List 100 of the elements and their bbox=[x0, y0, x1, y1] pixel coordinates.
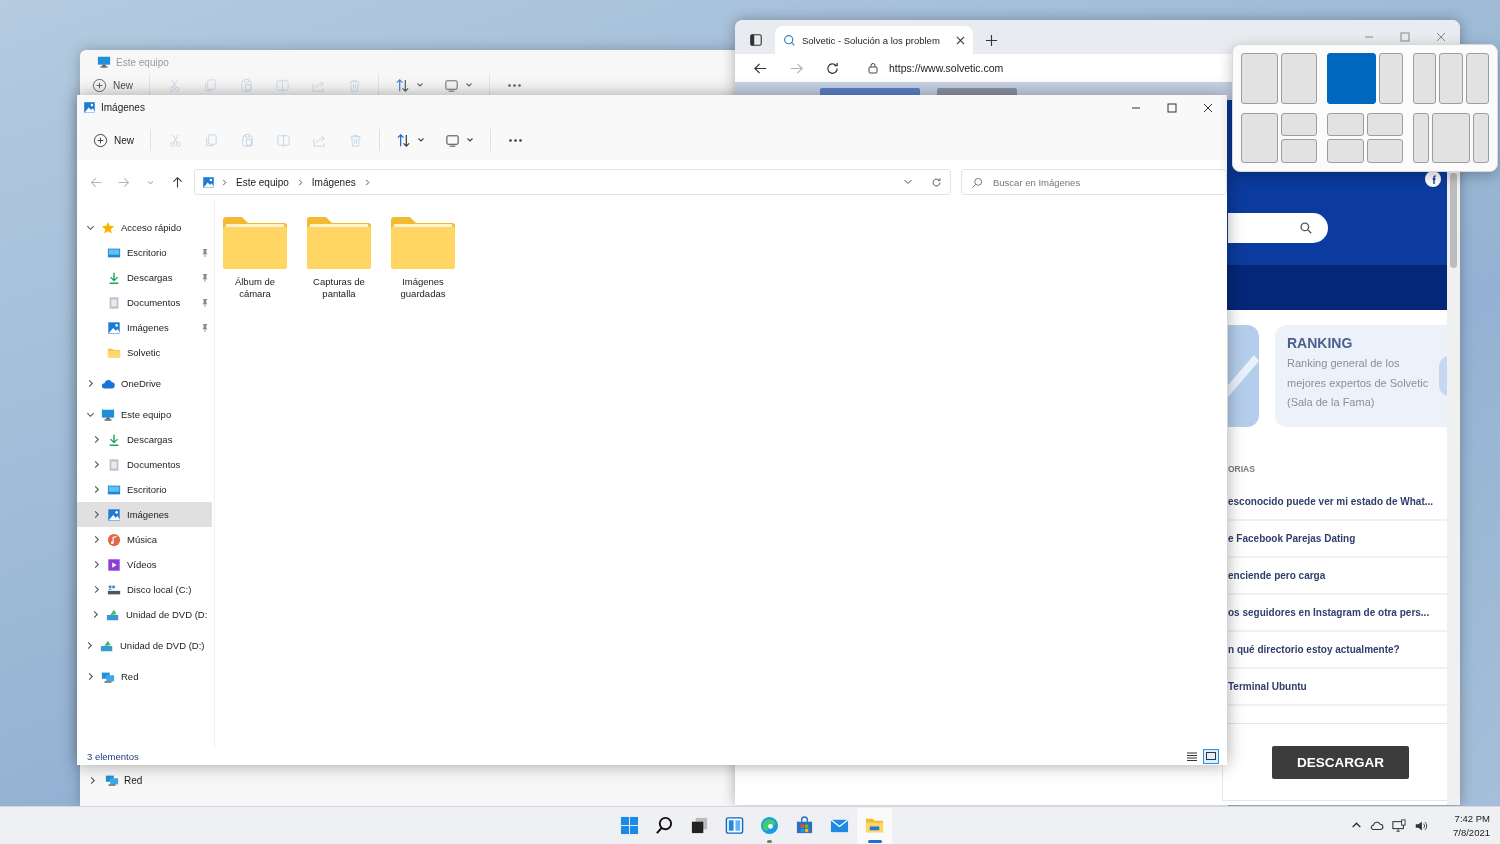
sidebar-item[interactable]: Descargas bbox=[77, 265, 212, 290]
clock[interactable]: 7:42 PM 7/8/2021 bbox=[1440, 813, 1490, 838]
snap-zone[interactable] bbox=[1280, 53, 1317, 104]
computer-icon bbox=[101, 407, 115, 422]
folder-item[interactable]: Capturas de pantalla bbox=[301, 212, 377, 303]
snap-zone[interactable] bbox=[1327, 139, 1364, 163]
folder-icon bbox=[306, 216, 372, 270]
music-icon bbox=[107, 532, 121, 547]
sidebar-item[interactable]: Red bbox=[77, 664, 212, 689]
article-link[interactable]: Terminal Ubuntu bbox=[1228, 681, 1307, 692]
chevron-icon[interactable] bbox=[91, 610, 100, 619]
scrollbar-thumb[interactable] bbox=[1450, 173, 1457, 268]
breadcrumb-item[interactable]: Imágenes bbox=[309, 174, 358, 190]
image-icon bbox=[107, 507, 121, 522]
tiles-view-button[interactable] bbox=[1203, 749, 1219, 764]
article-link[interactable]: esconocido puede ver mi estado de What... bbox=[1228, 496, 1434, 507]
sidebar-item[interactable]: Imágenes bbox=[77, 315, 212, 340]
star-icon bbox=[101, 220, 115, 235]
breadcrumb-item[interactable]: Este equipo bbox=[234, 174, 291, 190]
article-link[interactable]: enciende pero carga bbox=[1228, 570, 1326, 581]
chevron-icon[interactable] bbox=[85, 223, 95, 232]
new-button[interactable]: New bbox=[82, 71, 143, 99]
sidebar-item[interactable]: Escritorio bbox=[77, 240, 212, 265]
snap-zone[interactable] bbox=[1366, 112, 1403, 137]
snap-zone[interactable] bbox=[1241, 112, 1278, 163]
chevron-icon bbox=[296, 178, 304, 186]
download-button[interactable]: DESCARGAR bbox=[1272, 746, 1409, 779]
sidebar-item[interactable]: Acceso rápido bbox=[77, 215, 212, 240]
snap-zone[interactable] bbox=[1413, 53, 1437, 104]
favicon-icon bbox=[783, 33, 796, 47]
status-text: 3 elementos bbox=[87, 751, 139, 762]
search-icon bbox=[1300, 222, 1312, 234]
refresh-icon[interactable] bbox=[931, 176, 942, 188]
folder-item[interactable]: Imágenes guardadas bbox=[385, 212, 461, 303]
lock-icon bbox=[867, 62, 879, 74]
sidebar-item[interactable]: OneDrive bbox=[77, 371, 212, 396]
search-field[interactable]: Buscar en Imágenes bbox=[961, 169, 1227, 195]
close-icon[interactable] bbox=[956, 35, 965, 45]
folder-icon bbox=[865, 816, 884, 835]
task-view-icon bbox=[690, 816, 709, 835]
browser-tab[interactable]: Solvetic - Solución a los problem bbox=[775, 26, 973, 54]
search-icon bbox=[972, 176, 983, 188]
download-icon bbox=[107, 432, 121, 447]
sidebar-item[interactable]: Disco local (C:) bbox=[77, 577, 212, 602]
sidebar-item[interactable]: Documentos bbox=[77, 452, 212, 477]
sidebar-item[interactable]: Unidad de DVD (D:) bbox=[77, 633, 212, 658]
up-arrow-icon bbox=[171, 175, 184, 189]
article-link[interactable]: e Facebook Parejas Dating bbox=[1228, 533, 1356, 544]
snap-zone[interactable] bbox=[1465, 53, 1489, 104]
snap-zone[interactable] bbox=[1280, 139, 1317, 163]
sidebar-item[interactable]: Solvetic bbox=[77, 340, 212, 365]
article-link[interactable]: os seguidores en Instagram de otra pers... bbox=[1228, 607, 1430, 618]
chevron-icon[interactable] bbox=[85, 641, 94, 650]
snap-zone[interactable] bbox=[1472, 112, 1489, 163]
folder-item[interactable]: Álbum de cámara bbox=[217, 212, 293, 303]
snap-zone[interactable] bbox=[1280, 112, 1317, 137]
video-icon bbox=[107, 557, 121, 572]
snap-zone[interactable] bbox=[1366, 139, 1403, 163]
caret-icon bbox=[465, 81, 473, 89]
cloud-icon[interactable] bbox=[1370, 819, 1384, 832]
chevron-icon[interactable] bbox=[88, 775, 97, 785]
article-link[interactable]: n qué directorio estoy actualmente? bbox=[1228, 644, 1400, 655]
maximize-icon[interactable] bbox=[1167, 102, 1177, 113]
computer-icon bbox=[97, 55, 111, 69]
sidebar-item[interactable]: Documentos bbox=[77, 290, 212, 315]
details-view-button[interactable] bbox=[1184, 749, 1200, 764]
social-icon[interactable] bbox=[1425, 171, 1441, 187]
scrollbar[interactable] bbox=[1447, 173, 1460, 805]
sidebar-item[interactable]: Vídeos bbox=[77, 552, 212, 577]
widgets-icon bbox=[725, 816, 744, 835]
sidebar-item[interactable]: Escritorio bbox=[77, 477, 212, 502]
document-icon bbox=[107, 295, 121, 310]
image-icon bbox=[202, 175, 215, 189]
snap-zone[interactable] bbox=[1432, 112, 1470, 163]
search-icon bbox=[655, 816, 674, 835]
snap-zone[interactable] bbox=[1327, 112, 1364, 137]
caret-icon bbox=[417, 136, 425, 144]
monitor-icon bbox=[1206, 752, 1216, 761]
window-title: Imágenes bbox=[101, 102, 145, 113]
sidebar-item[interactable]: Descargas bbox=[77, 427, 212, 452]
snap-zone[interactable] bbox=[1413, 112, 1430, 163]
network-icon bbox=[105, 773, 119, 787]
sidebar-item[interactable]: Red bbox=[80, 772, 147, 788]
sidebar-item[interactable]: Este equipo bbox=[77, 402, 212, 427]
sidebar-item[interactable]: Imágenes bbox=[77, 502, 212, 527]
snap-zone[interactable] bbox=[1241, 53, 1278, 104]
address-field[interactable]: Este equipo Imágenes bbox=[194, 169, 951, 195]
network-icon[interactable] bbox=[1392, 818, 1406, 833]
sidebar-item[interactable]: Unidad de DVD (D: bbox=[77, 602, 212, 627]
close-icon[interactable] bbox=[1203, 102, 1213, 113]
chevron-icon bbox=[363, 178, 371, 186]
disc-drive-icon bbox=[106, 607, 120, 622]
dropdown-icon[interactable] bbox=[903, 177, 913, 187]
snap-zone[interactable] bbox=[1378, 53, 1403, 104]
sidebar-item[interactable]: Música bbox=[77, 527, 212, 552]
new-button[interactable]: New bbox=[83, 126, 144, 154]
snap-zone[interactable] bbox=[1439, 53, 1463, 104]
ranking-card[interactable]: RANKING Ranking general de los mejores expertos de Solvetic (Sala de la Fama) bbox=[1275, 325, 1449, 427]
chevron-icon[interactable] bbox=[85, 410, 95, 419]
search-field[interactable] bbox=[1228, 213, 1328, 243]
